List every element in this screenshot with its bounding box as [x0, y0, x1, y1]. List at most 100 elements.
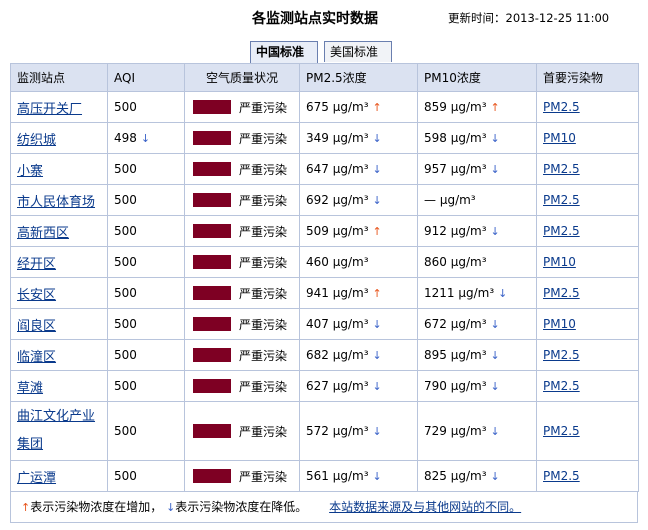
station-link[interactable]: 广运潭: [17, 471, 56, 486]
primary-pollutant-link[interactable]: PM2.5: [543, 348, 580, 362]
tab-us-standard[interactable]: 美国标准: [324, 41, 392, 62]
station-link[interactable]: 长安区: [17, 288, 56, 303]
primary-pollutant-link[interactable]: PM2.5: [543, 379, 580, 393]
pm25-cell: 647 μg/m³ ↓: [299, 153, 418, 185]
station-link[interactable]: 阎良区: [17, 319, 56, 334]
primary-pollutant-link[interactable]: PM10: [543, 131, 576, 145]
table-row: 小寨 500 严重污染 647 μg/m³ ↓ 957 μg/m³ ↓ PM2.5: [10, 153, 639, 185]
station-link[interactable]: 高新西区: [17, 226, 69, 241]
pm25-cell: 627 μg/m³ ↓: [299, 370, 418, 402]
quality-label: 严重污染: [239, 469, 288, 484]
primary-pollutant-link[interactable]: PM2.5: [543, 424, 580, 438]
quality-label: 严重污染: [239, 348, 288, 363]
pm10-cell: 957 μg/m³ ↓: [417, 153, 537, 185]
primary-pollutant-link[interactable]: PM10: [543, 255, 576, 269]
primary-pollutant-cell: PM2.5: [536, 370, 639, 402]
pm10-cell: 790 μg/m³ ↓: [417, 370, 537, 402]
pm10-value: 859 μg/m³: [424, 100, 487, 114]
pm25-trend-down-icon: ↓: [372, 425, 382, 438]
primary-pollutant-link[interactable]: PM2.5: [543, 224, 580, 238]
pm10-value: 825 μg/m³: [424, 469, 487, 483]
page-title: 各监测站点实时数据: [252, 11, 378, 27]
pm10-value: 790 μg/m³: [424, 379, 487, 393]
pm25-cell: 682 μg/m³ ↓: [299, 339, 418, 371]
station-cell: 纺织城: [10, 122, 108, 154]
table-row: 广运潭 500 严重污染 561 μg/m³ ↓ 825 μg/m³ ↓ PM2.5: [10, 460, 639, 492]
primary-pollutant-cell: PM10: [536, 122, 639, 154]
aqi-cell: 500: [107, 153, 185, 185]
table-row: 临潼区 500 严重污染 682 μg/m³ ↓ 895 μg/m³ ↓ PM2.5: [10, 339, 639, 371]
primary-pollutant-link[interactable]: PM2.5: [543, 193, 580, 207]
pm25-cell: 572 μg/m³ ↓: [299, 401, 418, 461]
pm10-value: 729 μg/m³: [424, 424, 487, 438]
quality-cell: 严重污染: [184, 370, 300, 402]
aqi-value: 500: [114, 100, 137, 114]
pm10-trend-up-icon: ↑: [490, 101, 500, 114]
pm25-value: 460 μg/m³: [306, 255, 369, 269]
primary-pollutant-link[interactable]: PM10: [543, 317, 576, 331]
column-header-aqi: AQI: [107, 63, 185, 92]
primary-pollutant-link[interactable]: PM2.5: [543, 286, 580, 300]
pm10-trend-down-icon: ↓: [490, 132, 500, 145]
aqi-trend-down-icon: ↓: [140, 132, 151, 145]
station-link[interactable]: 市人民体育场: [17, 195, 95, 210]
aqi-cell: 500: [107, 246, 185, 278]
pm25-cell: 460 μg/m³: [299, 246, 418, 278]
pm10-value: 1211 μg/m³: [424, 286, 495, 300]
aqi-value: 500: [114, 317, 137, 331]
arrow-down-icon: ↓: [166, 501, 176, 514]
pm25-cell: 675 μg/m³ ↑: [299, 91, 418, 123]
station-link[interactable]: 草滩: [17, 381, 43, 396]
pm25-trend-down-icon: ↓: [372, 163, 382, 176]
aqi-cell: 500: [107, 91, 185, 123]
pm10-cell: 1211 μg/m³ ↓: [417, 277, 537, 309]
aqi-cell: 500: [107, 401, 185, 461]
aqi-value: 500: [114, 348, 137, 362]
station-link[interactable]: 临潼区: [17, 350, 56, 365]
primary-pollutant-link[interactable]: PM2.5: [543, 100, 580, 114]
station-cell: 广运潭: [10, 460, 108, 492]
quality-cell: 严重污染: [184, 215, 300, 247]
quality-cell: 严重污染: [184, 184, 300, 216]
legend-down-text: 表示污染物浓度在降低。: [175, 500, 308, 514]
station-link[interactable]: 纺织城: [17, 133, 56, 148]
quality-label: 严重污染: [239, 224, 288, 239]
quality-color-swatch: [193, 469, 231, 483]
primary-pollutant-cell: PM2.5: [536, 339, 639, 371]
station-link[interactable]: 小寨: [17, 164, 43, 179]
station-link[interactable]: 高压开关厂: [17, 102, 82, 117]
primary-pollutant-cell: PM2.5: [536, 460, 639, 492]
column-header-primary-pollutant: 首要污染物: [536, 63, 639, 92]
pm10-cell: 860 μg/m³: [417, 246, 537, 278]
primary-pollutant-link[interactable]: PM2.5: [543, 162, 580, 176]
pm25-cell: 692 μg/m³ ↓: [299, 184, 418, 216]
table-row: 长安区 500 严重污染 941 μg/m³ ↑ 1211 μg/m³ ↓ PM2.5: [10, 277, 639, 309]
quality-label: 严重污染: [239, 100, 288, 115]
quality-color-swatch: [193, 131, 231, 145]
pm10-value: 895 μg/m³: [424, 348, 487, 362]
station-link[interactable]: 经开区: [17, 257, 56, 272]
arrow-up-icon: ↑: [21, 501, 31, 514]
primary-pollutant-cell: PM2.5: [536, 277, 639, 309]
aqi-value: 500: [114, 162, 137, 176]
tab-china-standard[interactable]: 中国标准: [250, 41, 318, 63]
quality-color-swatch: [193, 193, 231, 207]
data-source-link[interactable]: 本站数据来源及与其他网站的不同。: [329, 500, 521, 514]
primary-pollutant-link[interactable]: PM2.5: [543, 469, 580, 483]
table-row: 高新西区 500 严重污染 509 μg/m³ ↑ 912 μg/m³ ↓ PM2.5: [10, 215, 639, 247]
quality-cell: 严重污染: [184, 277, 300, 309]
aqi-value: 500: [114, 424, 137, 438]
table-row: 阎良区 500 严重污染 407 μg/m³ ↓ 672 μg/m³ ↓ PM10: [10, 308, 639, 340]
station-cell: 长安区: [10, 277, 108, 309]
pm25-cell: 561 μg/m³ ↓: [299, 460, 418, 492]
pm25-trend-down-icon: ↓: [372, 470, 382, 483]
pm25-trend-down-icon: ↓: [372, 380, 382, 393]
table-row: 市人民体育场 500 严重污染 692 μg/m³ ↓ — μg/m³ PM2.5: [10, 184, 639, 216]
pm25-value: 561 μg/m³: [306, 469, 369, 483]
station-link[interactable]: 曲江文化产业集团: [17, 409, 95, 452]
quality-cell: 严重污染: [184, 153, 300, 185]
pm10-value: — μg/m³: [424, 193, 476, 207]
aqi-value: 500: [114, 286, 137, 300]
station-cell: 市人民体育场: [10, 184, 108, 216]
station-cell: 曲江文化产业集团: [10, 401, 108, 461]
